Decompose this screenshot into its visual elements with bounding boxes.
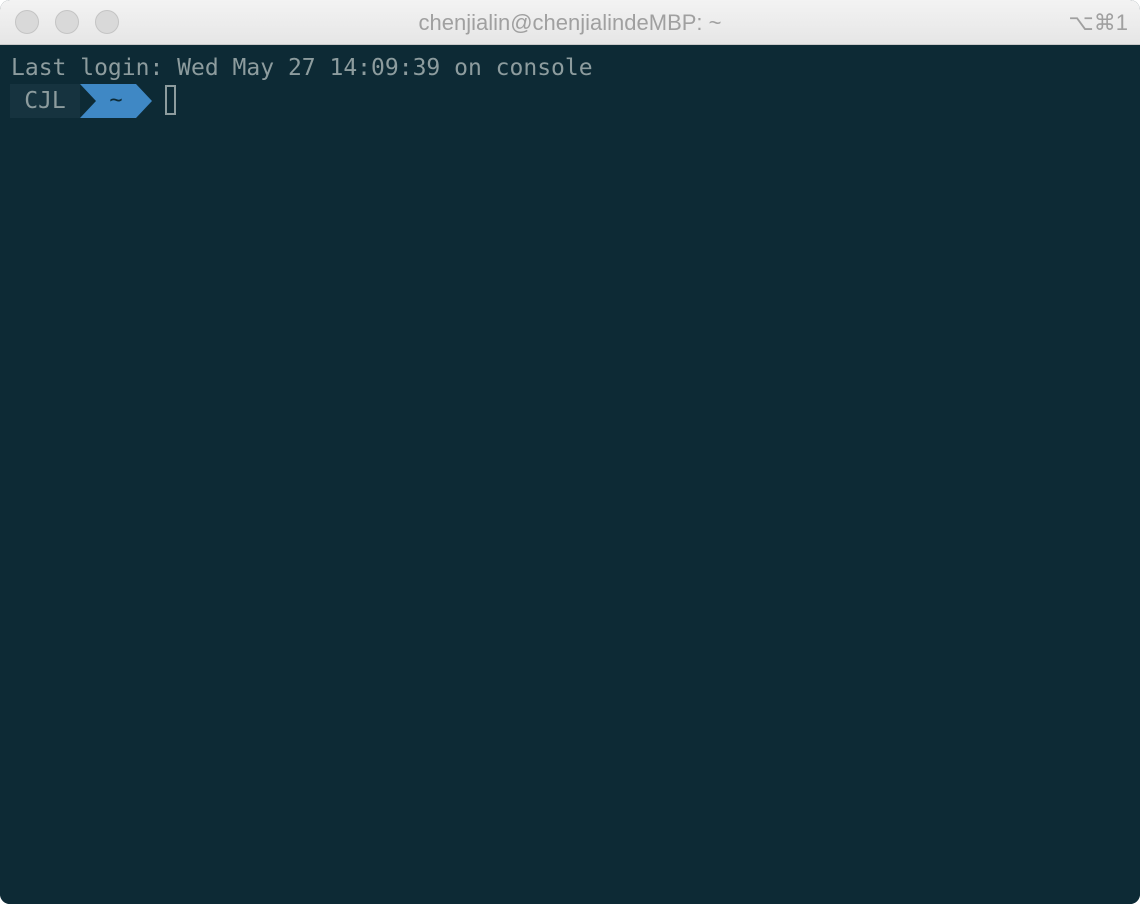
title-bar[interactable]: chenjialin@chenjialindeMBP: ~ ⌥⌘1	[0, 0, 1140, 45]
prompt-directory-label: ~	[109, 88, 123, 113]
text-cursor	[165, 85, 176, 115]
terminal-content[interactable]: Last login: Wed May 27 14:09:39 on conso…	[0, 45, 1140, 904]
prompt-user-segment: CJL	[10, 84, 80, 118]
window-shortcut: ⌥⌘1	[1068, 10, 1128, 35]
window-title: chenjialin@chenjialindeMBP: ~	[418, 10, 722, 35]
last-login-line: Last login: Wed May 27 14:09:39 on conso…	[11, 55, 593, 81]
terminal-window: chenjialin@chenjialindeMBP: ~ ⌥⌘1 Last l…	[0, 0, 1140, 904]
prompt-directory-segment: ~	[80, 84, 152, 118]
